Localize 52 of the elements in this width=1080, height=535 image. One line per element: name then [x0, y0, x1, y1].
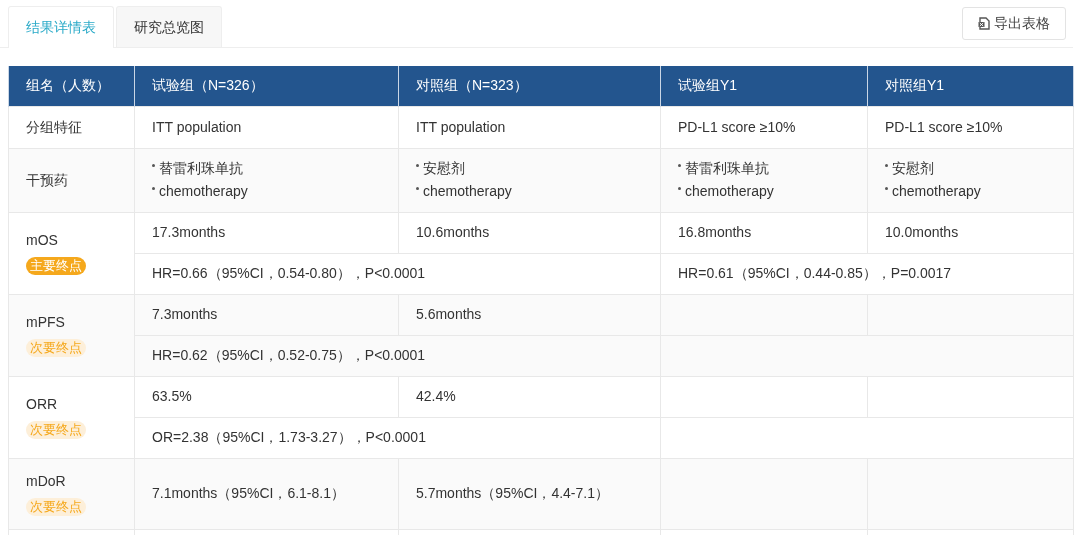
table-cell: 5.7months（95%CI，4.4-7.1） — [416, 485, 609, 501]
list-item: 安慰剂 — [423, 159, 465, 178]
bullet-icon — [152, 164, 155, 167]
bullet-icon — [678, 164, 681, 167]
table-cell: 7.3months — [152, 306, 218, 322]
tab[interactable]: 研究总览图 — [116, 6, 222, 47]
bullet-icon — [416, 164, 419, 167]
list-item: chemotherapy — [892, 182, 981, 201]
endpoint-tag: 次要终点 — [26, 339, 86, 357]
endpoint-tag: 次要终点 — [26, 497, 86, 516]
row-label: 分组特征 — [26, 117, 83, 137]
export-button[interactable]: 导出表格 — [962, 7, 1066, 40]
table-cell: ITT population — [416, 118, 506, 135]
table-cell: OR=2.38（95%CI，1.73-3.27），P<0.0001 — [152, 429, 426, 445]
row-label: mPFS — [26, 313, 66, 332]
table-cell: 42.4% — [416, 388, 456, 404]
table-cell: ITT population — [152, 118, 242, 135]
column-header: 试验组Y1 — [678, 77, 738, 94]
table-cell: HR=0.66（95%CI，0.54-0.80），P<0.0001 — [152, 265, 426, 281]
row-label: mDoR — [26, 471, 67, 491]
endpoint-tag: 主要终点 — [26, 257, 86, 275]
table-cell: 10.6months — [416, 224, 490, 240]
row-label: ORR — [26, 395, 59, 414]
table-cell: 17.3months — [152, 224, 226, 240]
table-cell: 7.1months（95%CI，6.1-8.1） — [152, 485, 345, 501]
bullet-icon — [885, 187, 888, 190]
table-cell: PD-L1 score ≥10% — [678, 118, 796, 135]
bullet-icon — [678, 187, 681, 190]
table-cell: HR=0.62（95%CI，0.52-0.75），P<0.0001 — [152, 347, 426, 363]
spreadsheet-icon — [978, 17, 990, 30]
list-item: chemotherapy — [685, 182, 774, 201]
table-cell: 10.0months — [885, 224, 959, 240]
bullet-icon — [152, 187, 155, 190]
bullet-icon — [416, 187, 419, 190]
column-header: 对照组Y1 — [885, 77, 945, 94]
list-item: 替雷利珠单抗 — [685, 159, 769, 178]
column-header: 试验组（N=326） — [152, 77, 264, 94]
table-cell: PD-L1 score ≥10% — [885, 118, 1003, 135]
list-item: 安慰剂 — [892, 159, 934, 178]
column-header: 组名（人数） — [26, 77, 110, 94]
list-item: 替雷利珠单抗 — [159, 159, 243, 178]
bullet-icon — [885, 164, 888, 167]
row-label: mOS — [26, 231, 59, 250]
table-cell: 63.5% — [152, 388, 192, 404]
list-item: chemotherapy — [423, 182, 512, 201]
table-cell: HR=0.61（95%CI，0.44-0.85），P=0.0017 — [678, 265, 952, 281]
row-label: 干预药 — [26, 170, 69, 190]
column-header: 对照组（N=323） — [416, 77, 528, 94]
list-item: chemotherapy — [159, 182, 248, 201]
endpoint-tag: 次要终点 — [26, 421, 86, 439]
table-cell: 5.6months — [416, 306, 482, 322]
table-cell: 16.8months — [678, 224, 752, 240]
